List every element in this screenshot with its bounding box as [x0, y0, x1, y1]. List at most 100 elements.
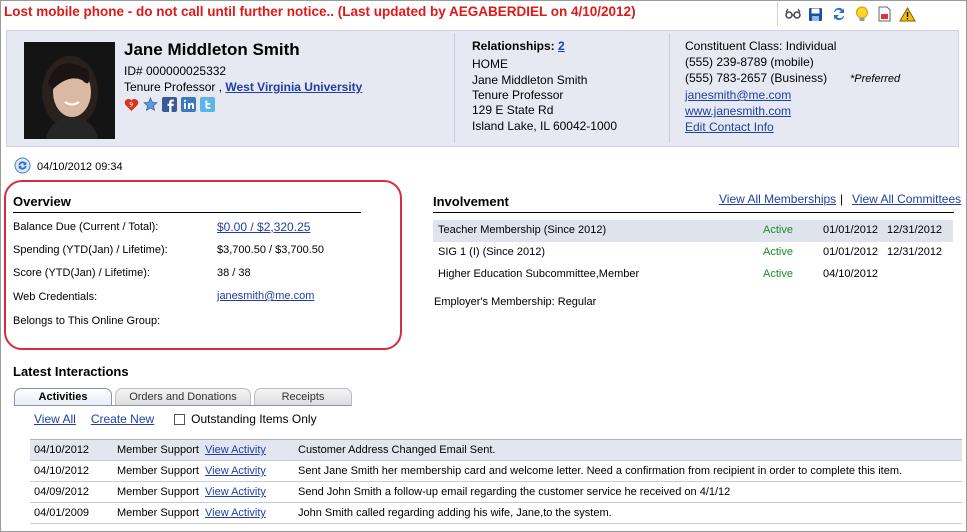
view-all-memberships-link[interactable]: View All Memberships [719, 192, 836, 206]
social-icons: 9 [124, 97, 215, 112]
involvement-status: Active [763, 246, 793, 258]
header-divider-2 [669, 33, 670, 143]
row-description: John Smith called regarding adding his w… [298, 507, 612, 519]
profile-title-text: Tenure Professor , [124, 80, 223, 94]
involvement-end: 12/31/2012 [887, 224, 943, 236]
view-activity-link[interactable]: View Activity [205, 465, 266, 477]
save-icon[interactable] [807, 6, 824, 23]
row-date: 04/10/2012 [34, 465, 90, 477]
score-value: 38 / 38 [217, 267, 251, 279]
glasses-icon[interactable] [784, 6, 801, 23]
preferred-note: *Preferred [850, 73, 901, 85]
involvement-row: Higher Education Subcommittee,Member Act… [433, 264, 953, 286]
link-separator: | [840, 192, 844, 206]
involvement-title: Involvement [433, 194, 509, 209]
constituent-class: Constituent Class: Individual [685, 39, 837, 53]
involvement-start: 01/01/2012 [823, 224, 879, 236]
outstanding-label: Outstanding Items Only [191, 412, 317, 426]
table-row: 04/10/2012 Member Support View Activity … [30, 440, 962, 461]
profile-photo [24, 42, 115, 139]
phone-business: (555) 783-2657 (Business) [685, 71, 828, 85]
involvement-status: Active [763, 224, 793, 236]
profile-header: Jane Middleton Smith ID# 000000025332 Te… [6, 30, 959, 147]
address-type: HOME [472, 57, 508, 71]
sync-icon[interactable] [14, 157, 31, 177]
website-link[interactable]: www.janesmith.com [685, 104, 791, 119]
spending-label: Spending (YTD(Jan) / Lifetime): [13, 244, 168, 256]
row-date: 04/09/2012 [34, 486, 90, 498]
view-activity-link[interactable]: View Activity [205, 507, 266, 519]
row-date: 04/10/2012 [34, 444, 90, 456]
header-divider [454, 33, 455, 143]
involvement-name: Higher Education Subcommittee,Member [438, 268, 640, 280]
involvement-name: Teacher Membership (Since 2012) [438, 224, 607, 236]
profile-id: ID# 000000025332 [124, 64, 227, 78]
row-type: Member Support [117, 465, 199, 477]
tab-orders-donations[interactable]: Orders and Donations [115, 388, 251, 406]
timestamp: 04/10/2012 09:34 [37, 161, 123, 173]
row-description: Customer Address Changed Email Sent. [298, 444, 496, 456]
row-description: Send John Smith a follow-up email regard… [298, 486, 731, 498]
table-row: 04/09/2012 Member Support View Activity … [30, 482, 962, 503]
tab-underline [14, 405, 351, 406]
create-new-link[interactable]: Create New [91, 412, 154, 426]
relationships-line: Relationships: 2 [472, 39, 565, 54]
involvement-name: SIG 1 (I) (Since 2012) [438, 246, 545, 258]
involvement-start: 04/10/2012 [823, 268, 879, 280]
spending-value: $3,700.50 / $3,700.50 [217, 244, 325, 256]
phone-mobile: (555) 239-8789 (mobile) [685, 55, 814, 69]
edit-contact-link[interactable]: Edit Contact Info [685, 120, 774, 135]
profile-title: Tenure Professor , West Virginia Univers… [124, 80, 362, 95]
alert-message: Lost mobile phone - do not call until fu… [4, 4, 636, 19]
document-icon[interactable] [876, 6, 893, 23]
involvement-rule [433, 212, 954, 213]
profile-name: Jane Middleton Smith [124, 40, 300, 59]
outstanding-checkbox[interactable] [174, 413, 186, 425]
email-link[interactable]: janesmith@me.com [685, 88, 791, 103]
interactions-table: 04/10/2012 Member Support View Activity … [30, 439, 962, 524]
relationships-count-link[interactable]: 2 [558, 39, 565, 53]
tab-activities[interactable]: Activities [14, 388, 112, 406]
online-group-label: Belongs to This Online Group: [13, 315, 161, 327]
latest-interactions-title: Latest Interactions [13, 364, 129, 379]
view-all-link[interactable]: View All [34, 412, 76, 426]
overview-rule [13, 212, 361, 213]
relationships-label: Relationships: [472, 39, 555, 53]
involvement-start: 01/01/2012 [823, 246, 879, 258]
address-name: Jane Middleton Smith [472, 73, 588, 87]
star-icon[interactable] [143, 97, 158, 112]
table-row: 04/10/2012 Member Support View Activity … [30, 461, 962, 482]
row-description: Sent Jane Smith her membership card and … [298, 465, 903, 477]
balance-due-link[interactable]: $0.00 / $2,320.25 [217, 220, 310, 234]
score-label: Score (YTD(Jan) / Lifetime): [13, 267, 150, 279]
view-activity-link[interactable]: View Activity [205, 486, 266, 498]
view-all-committees-link[interactable]: View All Committees [852, 192, 961, 206]
overview-title: Overview [13, 194, 71, 209]
tab-receipts[interactable]: Receipts [254, 388, 352, 406]
svg-text:9: 9 [129, 101, 133, 108]
address-street: 129 E State Rd [472, 103, 554, 117]
involvement-end: 12/31/2012 [887, 246, 943, 258]
refresh-icon[interactable] [830, 6, 847, 23]
facebook-icon[interactable] [162, 97, 177, 112]
employer-membership: Employer's Membership: Regular [434, 296, 597, 308]
involvement-row: Teacher Membership (Since 2012) Active 0… [433, 220, 953, 242]
web-credentials-link[interactable]: janesmith@me.com [217, 290, 314, 302]
involvement-status: Active [763, 268, 793, 280]
linkedin-icon[interactable] [181, 97, 196, 112]
organization-link[interactable]: West Virginia University [225, 80, 362, 94]
row-type: Member Support [117, 486, 199, 498]
table-row: 04/01/2009 Member Support View Activity … [30, 503, 962, 524]
web-credentials-label: Web Credentials: [13, 291, 98, 303]
heart-icon[interactable]: 9 [124, 97, 139, 112]
lightbulb-icon[interactable] [853, 6, 870, 23]
view-activity-link[interactable]: View Activity [205, 444, 266, 456]
last-updated: 04/10/2012 09:34 [14, 157, 123, 177]
row-date: 04/01/2009 [34, 507, 90, 519]
warning-icon[interactable] [899, 6, 916, 23]
row-type: Member Support [117, 444, 199, 456]
interaction-actions: View All Create New Outstanding Items On… [34, 412, 317, 426]
toolbar [777, 2, 963, 26]
involvement-row: SIG 1 (I) (Since 2012) Active 01/01/2012… [433, 242, 953, 264]
twitter-icon[interactable] [200, 97, 215, 112]
